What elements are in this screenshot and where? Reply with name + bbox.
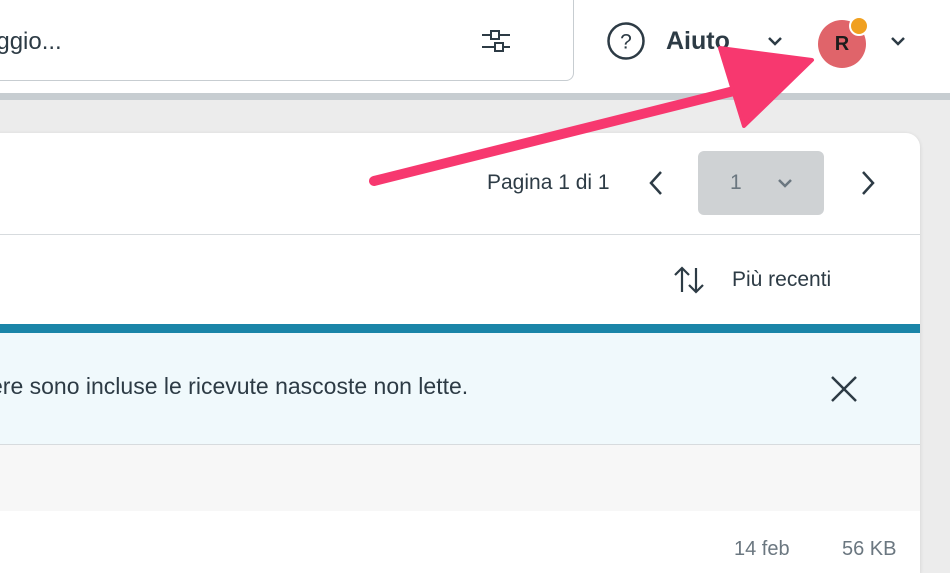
sort-label[interactable]: Più recenti [732, 268, 831, 292]
help-menu[interactable]: ? Aiuto [606, 21, 730, 61]
list-header-row [0, 445, 920, 512]
item-size: 56 KB [842, 538, 897, 560]
chevron-left-icon[interactable] [645, 169, 669, 197]
page-select[interactable]: 1 [698, 151, 824, 215]
sort-arrows-icon[interactable] [672, 264, 706, 296]
svg-text:?: ? [620, 31, 632, 54]
chevron-down-icon[interactable] [888, 34, 908, 48]
receipts-panel: Pagina 1 di 1 1 Più recenti ere sono inc… [0, 133, 920, 573]
item-date: 14 feb [734, 538, 790, 560]
list-item[interactable]: 14 feb 56 KB [0, 511, 920, 571]
notification-dot [849, 16, 869, 36]
search-input[interactable] [0, 24, 455, 60]
info-banner: ere sono incluse le ricevute nascoste no… [0, 324, 920, 445]
chevron-right-icon[interactable] [855, 169, 879, 197]
pagination-bar: Pagina 1 di 1 1 [0, 133, 920, 235]
help-label: Aiuto [666, 26, 730, 55]
sliders-icon[interactable] [479, 27, 513, 55]
page-select-value: 1 [730, 171, 742, 194]
sort-bar: Più recenti [0, 234, 920, 324]
avatar-initial: R [834, 32, 850, 55]
close-icon[interactable] [828, 373, 860, 405]
search-box[interactable] [0, 0, 574, 81]
question-circle-icon: ? [607, 22, 645, 60]
top-bar: ? Aiuto R [0, 0, 950, 93]
header-divider [0, 93, 950, 100]
chevron-down-icon [778, 179, 792, 188]
page-info: Pagina 1 di 1 [487, 171, 610, 194]
banner-text: ere sono incluse le ricevute nascoste no… [0, 373, 469, 399]
chevron-down-icon[interactable] [765, 34, 785, 48]
